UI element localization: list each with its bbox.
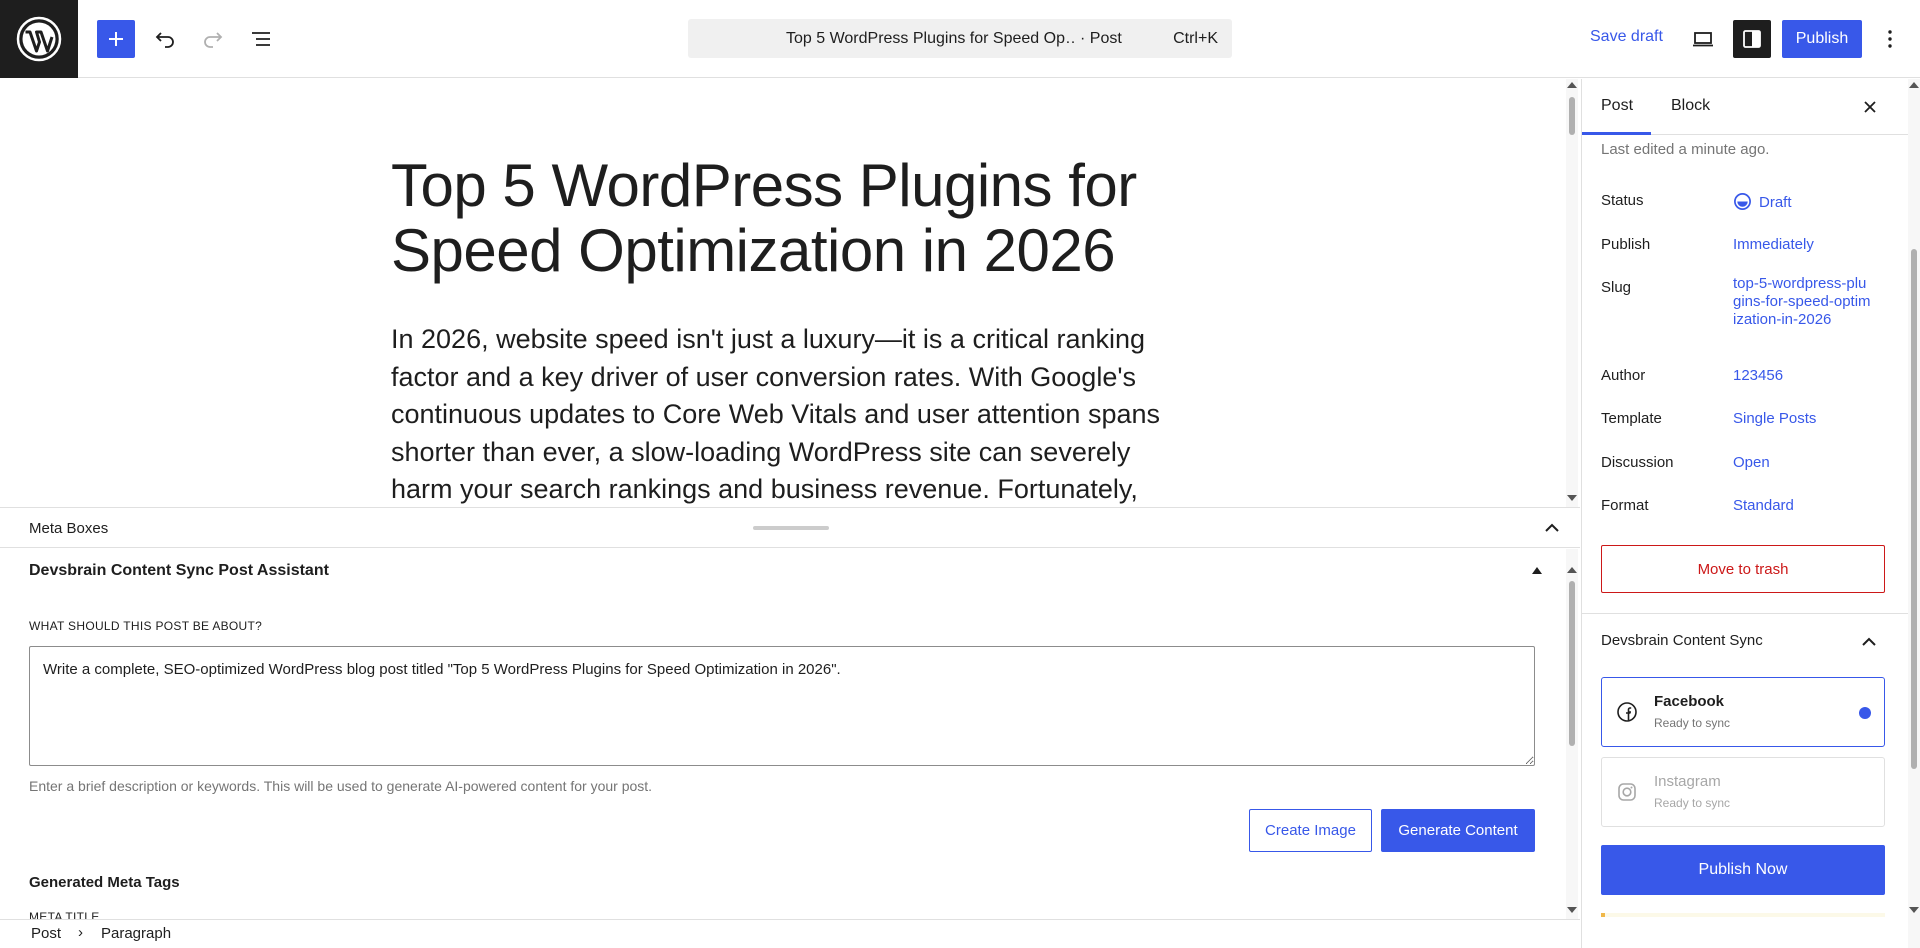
template-label: Template — [1601, 410, 1662, 427]
publish-now-button[interactable]: Publish Now — [1601, 845, 1885, 895]
sidebar-scrollbar[interactable] — [1908, 79, 1920, 948]
plus-icon — [109, 32, 123, 46]
wordpress-logo-icon — [16, 16, 62, 62]
chevron-up-icon — [1862, 637, 1876, 646]
meta-boxes-header[interactable]: Meta Boxes — [0, 507, 1580, 548]
meta-scroll-up-icon[interactable] — [1567, 567, 1577, 573]
prompt-help-text: Enter a brief description or keywords. T… — [29, 778, 653, 794]
tab-post[interactable]: Post — [1601, 97, 1633, 115]
options-menu-button[interactable] — [1872, 20, 1908, 58]
meta-box-title: Devsbrain Content Sync Post Assistant — [29, 562, 329, 579]
breadcrumb-post[interactable]: Post — [31, 925, 61, 942]
create-image-button[interactable]: Create Image — [1249, 809, 1372, 852]
add-block-button[interactable] — [97, 20, 135, 58]
sidebar-tabs: Post Block — [1582, 79, 1920, 135]
format-button[interactable]: Standard — [1733, 497, 1794, 514]
sidebar-icon — [1743, 30, 1761, 48]
close-sidebar-button[interactable] — [1859, 96, 1881, 118]
wordpress-logo-button[interactable] — [0, 0, 78, 78]
generate-content-button[interactable]: Generate Content — [1381, 809, 1535, 852]
save-draft-button[interactable]: Save draft — [1590, 28, 1663, 46]
notice-box — [1601, 913, 1885, 917]
platform-instagram-card[interactable]: Instagram Ready to sync — [1601, 757, 1885, 827]
meta-boxes-title: Meta Boxes — [29, 520, 109, 537]
facebook-icon — [1617, 702, 1637, 722]
sidebar-divider — [1582, 613, 1920, 614]
breadcrumb-paragraph[interactable]: Paragraph — [101, 925, 171, 942]
tab-block[interactable]: Block — [1671, 97, 1710, 115]
post-title[interactable]: Top 5 WordPress Plugins for Speed Optimi… — [391, 153, 1191, 283]
document-title: Top 5 WordPress Plugins for Speed Op… — [786, 29, 1076, 47]
sidebar-scroll-thumb[interactable] — [1911, 249, 1917, 769]
canvas-scrollbar[interactable] — [1566, 79, 1578, 507]
chevron-up-icon[interactable] — [1542, 520, 1562, 536]
breadcrumb-separator-icon: › — [78, 924, 83, 941]
collapse-triangle-icon[interactable] — [1532, 567, 1542, 574]
paragraph-block[interactable]: In 2026, website speed isn't just a luxu… — [391, 321, 1181, 507]
command-palette-bar[interactable]: Top 5 WordPress Plugins for Speed Op… · … — [688, 19, 1232, 58]
meta-scroll-down-icon[interactable] — [1567, 907, 1577, 913]
scroll-up-arrow-icon[interactable] — [1567, 82, 1577, 88]
slug-label: Slug — [1601, 279, 1632, 296]
publish-date-button[interactable]: Immediately — [1733, 236, 1814, 253]
platform-name: Instagram — [1654, 773, 1721, 790]
last-edited-text: Last edited a minute ago. — [1601, 141, 1770, 158]
document-type: · Post — [1080, 29, 1122, 47]
resize-handle[interactable] — [753, 526, 829, 530]
discussion-label: Discussion — [1601, 454, 1674, 471]
editor-canvas: Top 5 WordPress Plugins for Speed Optimi… — [0, 79, 1580, 507]
author-label: Author — [1601, 367, 1646, 384]
move-to-trash-button[interactable]: Move to trash — [1601, 545, 1885, 593]
generated-meta-heading: Generated Meta Tags — [29, 874, 180, 891]
platform-status: Ready to sync — [1654, 716, 1731, 730]
undo-icon — [155, 32, 174, 48]
template-button[interactable]: Single Posts — [1733, 410, 1816, 427]
prompt-label: WHAT SHOULD THIS POST BE ABOUT? — [29, 619, 263, 633]
settings-sidebar: Post Block Last edited a minute ago. Sta… — [1581, 79, 1920, 948]
status-value-button[interactable]: Draft — [1733, 192, 1792, 211]
platform-status: Ready to sync — [1654, 796, 1731, 810]
redo-icon — [204, 32, 223, 48]
scroll-down-arrow-icon[interactable] — [1567, 495, 1577, 501]
more-vertical-icon — [1888, 30, 1892, 48]
sidebar-scroll-up-icon[interactable] — [1909, 82, 1919, 88]
sidebar-scroll-down-icon[interactable] — [1909, 907, 1919, 913]
meta-title-label: META TITLE — [29, 910, 100, 919]
command-shortcut: Ctrl+K — [1173, 29, 1218, 47]
draft-status-icon — [1734, 193, 1751, 210]
publish-button[interactable]: Publish — [1782, 20, 1862, 58]
document-overview-button[interactable] — [242, 20, 280, 58]
canvas-scroll-thumb[interactable] — [1569, 97, 1575, 135]
discussion-button[interactable]: Open — [1733, 454, 1770, 471]
close-icon — [1864, 101, 1876, 113]
list-view-icon — [252, 32, 270, 46]
desktop-preview-icon — [1693, 32, 1713, 47]
meta-scroll-thumb[interactable] — [1569, 581, 1575, 746]
format-label: Format — [1601, 497, 1649, 514]
status-label: Status — [1601, 192, 1644, 209]
status-value: Draft — [1759, 194, 1792, 211]
content-sync-panel-title[interactable]: Devsbrain Content Sync — [1601, 632, 1763, 649]
meta-box-panel: Devsbrain Content Sync Post Assistant WH… — [0, 549, 1580, 919]
meta-scrollbar[interactable] — [1566, 549, 1578, 919]
preview-button[interactable] — [1684, 20, 1722, 58]
redo-button[interactable] — [194, 20, 232, 58]
selected-indicator — [1859, 707, 1871, 719]
content-sync-toggle[interactable] — [1859, 632, 1879, 652]
settings-toggle-button[interactable] — [1733, 20, 1771, 58]
publish-label: Publish — [1601, 236, 1651, 253]
editor-header: Top 5 WordPress Plugins for Speed Op… · … — [0, 0, 1920, 78]
platform-facebook-card[interactable]: Facebook Ready to sync — [1601, 677, 1885, 747]
undo-button[interactable] — [146, 20, 184, 58]
active-tab-indicator — [1582, 132, 1651, 135]
platform-name: Facebook — [1654, 693, 1725, 710]
author-button[interactable]: 123456 — [1733, 367, 1783, 384]
block-breadcrumb: Post › Paragraph — [0, 919, 1580, 948]
instagram-icon — [1618, 783, 1636, 801]
post-prompt-textarea[interactable] — [29, 646, 1535, 766]
slug-button[interactable]: top-5-wordpress-plugins-for-speed-optimi… — [1733, 275, 1873, 329]
